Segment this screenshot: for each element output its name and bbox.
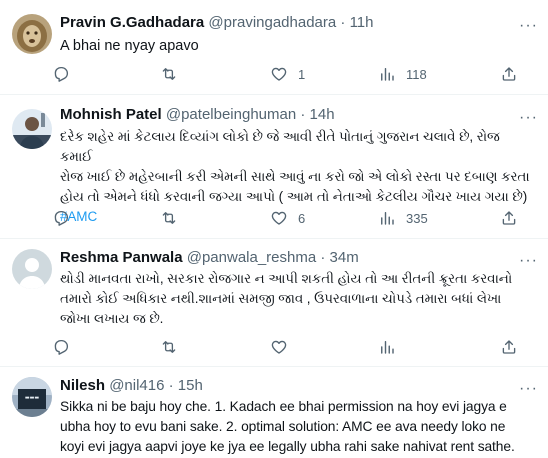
views-icon [381,68,394,81]
author-name[interactable]: Reshma Panwala [60,249,183,266]
retweet-icon [162,68,176,80]
heart-icon [271,340,287,354]
like-button[interactable] [270,337,298,357]
reply-icon [54,66,69,82]
tweet-pravin[interactable]: Pravin G.Gadhadara @pravingadhadara · 11… [0,0,548,95]
heart-icon [271,67,287,81]
author-handle[interactable]: @nil416 [109,377,164,394]
separator: · [340,14,346,31]
views-button[interactable] [378,337,406,357]
retweet-icon [162,341,176,353]
tweet-header: Mohnish Patel @patelbeinghuman · 14h [60,105,335,125]
views-button[interactable]: 118 [378,64,427,84]
views-icon [381,212,394,225]
like-button[interactable]: 6 [270,208,305,228]
tweet-text: A bhai ne nyay apavo [60,36,530,56]
tweet-mohnish[interactable]: Mohnish Patel @patelbeinghuman · 14h ···… [0,95,548,239]
avatar[interactable] [12,109,52,149]
tweet-header: Reshma Panwala @panwala_reshma · 34m [60,248,359,268]
tweet-header: Pravin G.Gadhadara @pravingadhadara · 11… [60,13,374,33]
separator: · [320,249,326,266]
avatar[interactable] [12,249,52,289]
share-button[interactable] [500,64,518,84]
retweet-button[interactable] [160,208,188,228]
tweet-text-line: રોજ ખાઈ છે મહેરબાની કરી એમની સાથે આવું ન… [60,169,530,184]
share-icon [502,340,516,354]
more-icon[interactable]: ··· [519,253,538,269]
avatar[interactable]: ▬▬▬ [12,377,52,417]
action-bar: 1 118 [52,64,532,84]
author-name[interactable]: Pravin G.Gadhadara [60,14,204,31]
reply-button[interactable] [52,208,80,228]
more-icon[interactable]: ··· [519,110,538,126]
tweet-text-line: koyi evi jagya aapvi joye ke jya ee lega… [60,439,515,454]
timestamp[interactable]: 34m [330,249,359,266]
tweet-reshma[interactable]: Reshma Panwala @panwala_reshma · 34m ···… [0,239,548,367]
views-icon [381,341,394,354]
share-icon [502,211,516,225]
like-button[interactable]: 1 [270,64,305,84]
avatar[interactable] [12,14,52,54]
tweet-nilesh[interactable]: ▬▬▬ Nilesh @nil416 · 15h ··· Sikka ni be… [0,367,548,458]
separator: · [168,377,174,394]
views-button[interactable]: 335 [378,208,428,228]
retweet-button[interactable] [160,64,188,84]
reply-icon [54,210,69,226]
tweet-text-line: A bhai ne nyay apavo [60,38,199,54]
retweet-icon [162,212,176,224]
tweet-text-line: દરેક શહેર માં કેટલાય દિવ્યાંગ લોકો છે જે… [60,129,500,164]
timestamp[interactable]: 11h [350,14,374,31]
tweet-text-line: તમારો કોઈ અધિકાર નથી.શાનમાં સમજી જાવ , ઉ… [60,291,502,306]
tweet-text-line: હોય તો એમને ધંધો કરવાની જગ્યા આપો ( આમ ત… [60,189,528,204]
separator: · [300,106,306,123]
tweet-text-line: ubha hoy to evu bani sake. 2. optimal so… [60,419,506,434]
retweet-button[interactable] [160,337,188,357]
share-button[interactable] [500,208,518,228]
like-count: 6 [298,210,306,226]
reply-button[interactable] [52,337,80,357]
timestamp[interactable]: 15h [178,377,203,394]
action-bar [52,337,532,357]
share-button[interactable] [500,337,518,357]
tweet-text-line: થોડી માનવતા રાખો, સરકાર રોજગાર ન આપી શકત… [60,271,513,286]
author-handle[interactable]: @pravingadhadara [208,14,336,31]
tweet-text-line: Sikka ni be baju hoy che. 1. Kadach ee b… [60,399,507,414]
tweet-header: Nilesh @nil416 · 15h [60,376,203,396]
timestamp[interactable]: 14h [310,106,335,123]
author-name[interactable]: Mohnish Patel [60,106,162,123]
action-bar: 6 335 [52,208,532,228]
author-handle[interactable]: @panwala_reshma [187,249,316,266]
reply-button[interactable] [52,64,80,84]
svg-text:▬▬▬: ▬▬▬ [25,395,39,401]
tweet-text: થોડી માનવતા રાખો, સરકાર રોજગાર ન આપી શકત… [60,269,530,329]
more-icon[interactable]: ··· [519,18,538,34]
tweet-text-line: જોખા લખાય જ છે. [60,311,164,326]
tweet-text: Sikka ni be baju hoy che. 1. Kadach ee b… [60,397,530,457]
view-count: 335 [406,210,428,226]
heart-icon [271,211,287,225]
view-count: 118 [406,66,427,82]
more-icon[interactable]: ··· [519,381,538,397]
like-count: 1 [298,66,306,82]
reply-icon [54,339,69,355]
author-name[interactable]: Nilesh [60,377,105,394]
author-handle[interactable]: @patelbeinghuman [166,106,296,123]
share-icon [502,67,516,81]
